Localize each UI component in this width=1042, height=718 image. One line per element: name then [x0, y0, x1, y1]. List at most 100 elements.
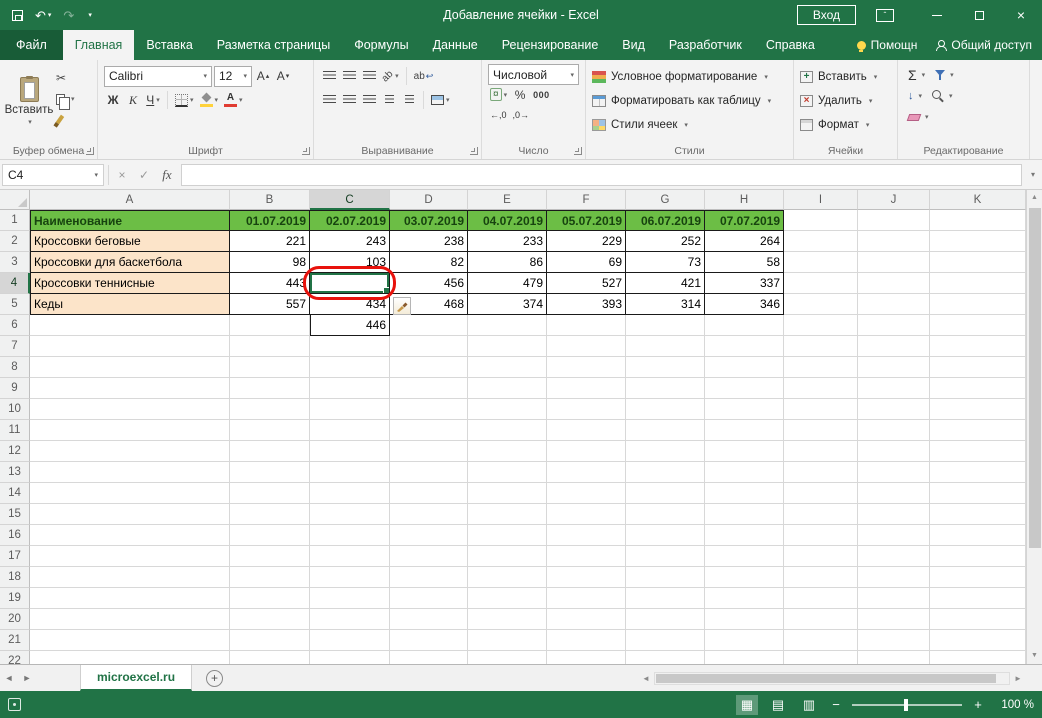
cell-B19[interactable]: [230, 588, 310, 609]
cell-I18[interactable]: [784, 567, 858, 588]
ribbon-tab-Разметка страницы[interactable]: Разметка страницы: [205, 30, 342, 60]
cell-E13[interactable]: [468, 462, 547, 483]
row-header-8[interactable]: 8: [0, 357, 30, 378]
cell-B20[interactable]: [230, 609, 310, 630]
cell-K15[interactable]: [930, 504, 1026, 525]
row-header-22[interactable]: 22: [0, 651, 30, 664]
cell-F5[interactable]: 393: [547, 294, 626, 315]
cell-H7[interactable]: [705, 336, 784, 357]
cell-F18[interactable]: [547, 567, 626, 588]
autosum-button[interactable]: Σ▾: [904, 66, 929, 85]
cell-J21[interactable]: [858, 630, 930, 651]
cell-C21[interactable]: [310, 630, 390, 651]
cell-E4[interactable]: 479: [468, 273, 547, 294]
percent-style-button[interactable]: %: [511, 85, 529, 105]
cell-K12[interactable]: [930, 441, 1026, 462]
column-header-D[interactable]: D: [390, 190, 468, 210]
cell-B14[interactable]: [230, 483, 310, 504]
ribbon-tab-Разработчик[interactable]: Разработчик: [657, 30, 754, 60]
cell-H11[interactable]: [705, 420, 784, 441]
cell-K3[interactable]: [930, 252, 1026, 273]
cell-C2[interactable]: 243: [310, 231, 390, 252]
cell-J1[interactable]: [858, 210, 930, 231]
cell-G19[interactable]: [626, 588, 705, 609]
cell-K2[interactable]: [930, 231, 1026, 252]
cell-D12[interactable]: [390, 441, 468, 462]
assistant-button[interactable]: Помощн: [857, 38, 918, 52]
cell-A19[interactable]: [30, 588, 230, 609]
maximize-button[interactable]: [958, 0, 1000, 30]
cell-H12[interactable]: [705, 441, 784, 462]
cell-G21[interactable]: [626, 630, 705, 651]
row-header-2[interactable]: 2: [0, 231, 30, 252]
cell-K11[interactable]: [930, 420, 1026, 441]
column-header-J[interactable]: J: [858, 190, 930, 210]
cell-H18[interactable]: [705, 567, 784, 588]
cell-K16[interactable]: [930, 525, 1026, 546]
bold-button[interactable]: Ж: [104, 90, 122, 110]
cell-H19[interactable]: [705, 588, 784, 609]
cell-A1[interactable]: Наименование: [30, 210, 230, 231]
cell-K13[interactable]: [930, 462, 1026, 483]
row-header-9[interactable]: 9: [0, 378, 30, 399]
column-header-B[interactable]: B: [230, 190, 310, 210]
scroll-left-arrow[interactable]: ◄: [638, 674, 654, 683]
cell-J17[interactable]: [858, 546, 930, 567]
cell-A2[interactable]: Кроссовки беговые: [30, 231, 230, 252]
cell-G7[interactable]: [626, 336, 705, 357]
cell-I17[interactable]: [784, 546, 858, 567]
cell-C18[interactable]: [310, 567, 390, 588]
row-header-10[interactable]: 10: [0, 399, 30, 420]
cell-I3[interactable]: [784, 252, 858, 273]
cell-D2[interactable]: 238: [390, 231, 468, 252]
cell-D21[interactable]: [390, 630, 468, 651]
fill-color-button[interactable]: ▾: [198, 90, 221, 110]
cell-A18[interactable]: [30, 567, 230, 588]
cell-J11[interactable]: [858, 420, 930, 441]
cell-F2[interactable]: 229: [547, 231, 626, 252]
cell-A22[interactable]: [30, 651, 230, 664]
new-sheet-button[interactable]: +: [206, 670, 223, 687]
cell-A16[interactable]: [30, 525, 230, 546]
cell-I6[interactable]: [784, 315, 858, 336]
cell-A11[interactable]: [30, 420, 230, 441]
cell-A13[interactable]: [30, 462, 230, 483]
cell-C14[interactable]: [310, 483, 390, 504]
cell-D17[interactable]: [390, 546, 468, 567]
cell-C17[interactable]: [310, 546, 390, 567]
borders-button[interactable]: ▾: [173, 90, 196, 110]
cell-G9[interactable]: [626, 378, 705, 399]
cell-styles-button[interactable]: Стили ячеек ▾: [592, 113, 787, 137]
align-center-button[interactable]: [340, 90, 358, 110]
horizontal-scrollbar[interactable]: ◄ ►: [638, 672, 1026, 685]
cell-J15[interactable]: [858, 504, 930, 525]
cell-I14[interactable]: [784, 483, 858, 504]
align-middle-button[interactable]: [340, 66, 358, 86]
cell-E14[interactable]: [468, 483, 547, 504]
name-box[interactable]: C4▾: [2, 164, 104, 186]
cell-C6[interactable]: 446: [310, 315, 390, 336]
cell-F11[interactable]: [547, 420, 626, 441]
expand-formula-bar-button[interactable]: ▾: [1026, 170, 1040, 179]
comma-style-button[interactable]: 000: [531, 85, 552, 105]
cell-G15[interactable]: [626, 504, 705, 525]
sort-filter-button[interactable]: ▾: [931, 66, 958, 85]
cell-I12[interactable]: [784, 441, 858, 462]
cell-G18[interactable]: [626, 567, 705, 588]
cell-J14[interactable]: [858, 483, 930, 504]
cell-H4[interactable]: 337: [705, 273, 784, 294]
format-cells-button[interactable]: Формат ▾: [800, 113, 891, 137]
share-button[interactable]: Общий доступ: [935, 38, 1032, 52]
cell-C13[interactable]: [310, 462, 390, 483]
cell-J18[interactable]: [858, 567, 930, 588]
font-name-combo[interactable]: Calibri▾: [104, 66, 212, 87]
cell-D9[interactable]: [390, 378, 468, 399]
row-header-12[interactable]: 12: [0, 441, 30, 462]
cell-F3[interactable]: 69: [547, 252, 626, 273]
cell-B3[interactable]: 98: [230, 252, 310, 273]
cell-D3[interactable]: 82: [390, 252, 468, 273]
cell-I16[interactable]: [784, 525, 858, 546]
cell-B15[interactable]: [230, 504, 310, 525]
cell-J3[interactable]: [858, 252, 930, 273]
horizontal-scroll-track[interactable]: [654, 672, 1010, 685]
